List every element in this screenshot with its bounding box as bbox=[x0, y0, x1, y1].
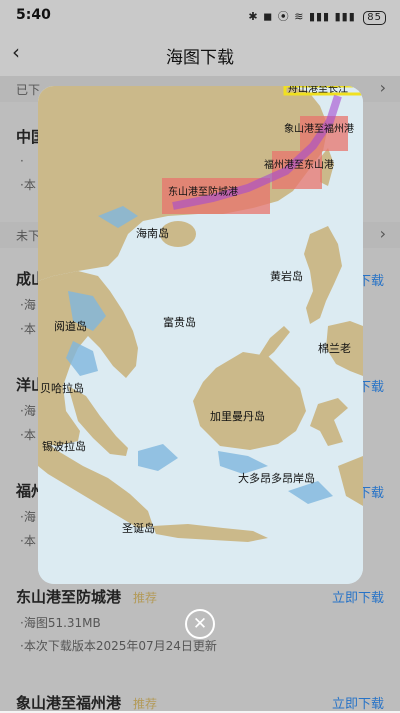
list-item-size: ·海 bbox=[20, 510, 36, 524]
list-item-version: ·本 bbox=[20, 428, 36, 442]
island-label: 海南岛 bbox=[136, 226, 169, 240]
island-label: 黄岩岛 bbox=[270, 269, 303, 283]
list-item-title: 象山港至福州港 推荐 bbox=[16, 692, 157, 713]
status-bar: 5:40 ✱ ◼ ⦿ ≋ ▮▮▮ ▮▮▮ 85 bbox=[0, 0, 400, 30]
status-time: 5:40 bbox=[16, 7, 51, 23]
chevron-right-icon: › bbox=[379, 78, 386, 97]
island-label: 圣诞岛 bbox=[122, 521, 155, 535]
list-item-version: ·本次下载版本2025年07月24日更新 bbox=[20, 639, 217, 653]
close-button[interactable]: ✕ bbox=[185, 609, 215, 639]
island-label: 大多昂多昂岸岛 bbox=[238, 471, 315, 485]
island-label: 棉兰老 bbox=[318, 341, 351, 355]
list-item-version: ·本 bbox=[20, 178, 36, 192]
close-icon: ✕ bbox=[192, 614, 208, 634]
download-button[interactable]: 立即下载 bbox=[332, 693, 384, 712]
list-item-version: ·本 bbox=[20, 534, 36, 548]
map-svg: 舟山港至长江 象山港至福州港 福州港至东山港 东山港至防城港 海南岛 黄岩岛 富… bbox=[38, 86, 363, 584]
list-item-version: ·本 bbox=[20, 322, 36, 336]
section-downloaded-label: 已下 bbox=[16, 83, 41, 97]
list-item-size: ·海 bbox=[20, 404, 36, 418]
list-item-size: · bbox=[20, 154, 24, 168]
route-label: 福州港至东山港 bbox=[264, 158, 334, 171]
chart-coverage-map: 舟山港至长江 象山港至福州港 福州港至东山港 东山港至防城港 海南岛 黄岩岛 富… bbox=[38, 86, 363, 584]
status-indicator-icons: ✱ ◼ ⦿ ≋ ▮▮▮ ▮▮▮ bbox=[248, 10, 356, 23]
list-item-size: ·海 bbox=[20, 298, 36, 312]
route-label: 东山港至防城港 bbox=[168, 185, 238, 198]
recommend-badge: 推荐 bbox=[133, 697, 158, 711]
island-label: 锡波拉岛 bbox=[42, 439, 86, 453]
list-item-size: ·海图51.31MB bbox=[20, 616, 101, 630]
chevron-right-icon: › bbox=[379, 224, 386, 243]
list-item-name: 象山港至福州港 bbox=[16, 694, 122, 712]
page-title: 海图下载 bbox=[166, 48, 234, 68]
battery-icon: 85 bbox=[363, 11, 386, 25]
island-label: 贝哈拉岛 bbox=[40, 381, 84, 395]
route-label: 象山港至福州港 bbox=[284, 122, 354, 135]
nav-bar: ‹ 海图下载 bbox=[0, 30, 400, 76]
route-label: 舟山港至长江 bbox=[288, 86, 348, 95]
list-item-name: 东山港至防城港 bbox=[16, 588, 122, 606]
island-label: 阅道岛 bbox=[54, 319, 87, 333]
status-icons: ✱ ◼ ⦿ ≋ ▮▮▮ ▮▮▮ 85 bbox=[248, 8, 386, 25]
island-label: 加里曼丹岛 bbox=[210, 409, 265, 423]
list-item-title: 东山港至防城港 推荐 bbox=[16, 586, 157, 607]
section-not-downloaded-label: 未下 bbox=[16, 229, 41, 243]
island-label: 富贵岛 bbox=[163, 315, 196, 329]
recommend-badge: 推荐 bbox=[133, 591, 158, 605]
download-button[interactable]: 立即下载 bbox=[332, 587, 384, 606]
